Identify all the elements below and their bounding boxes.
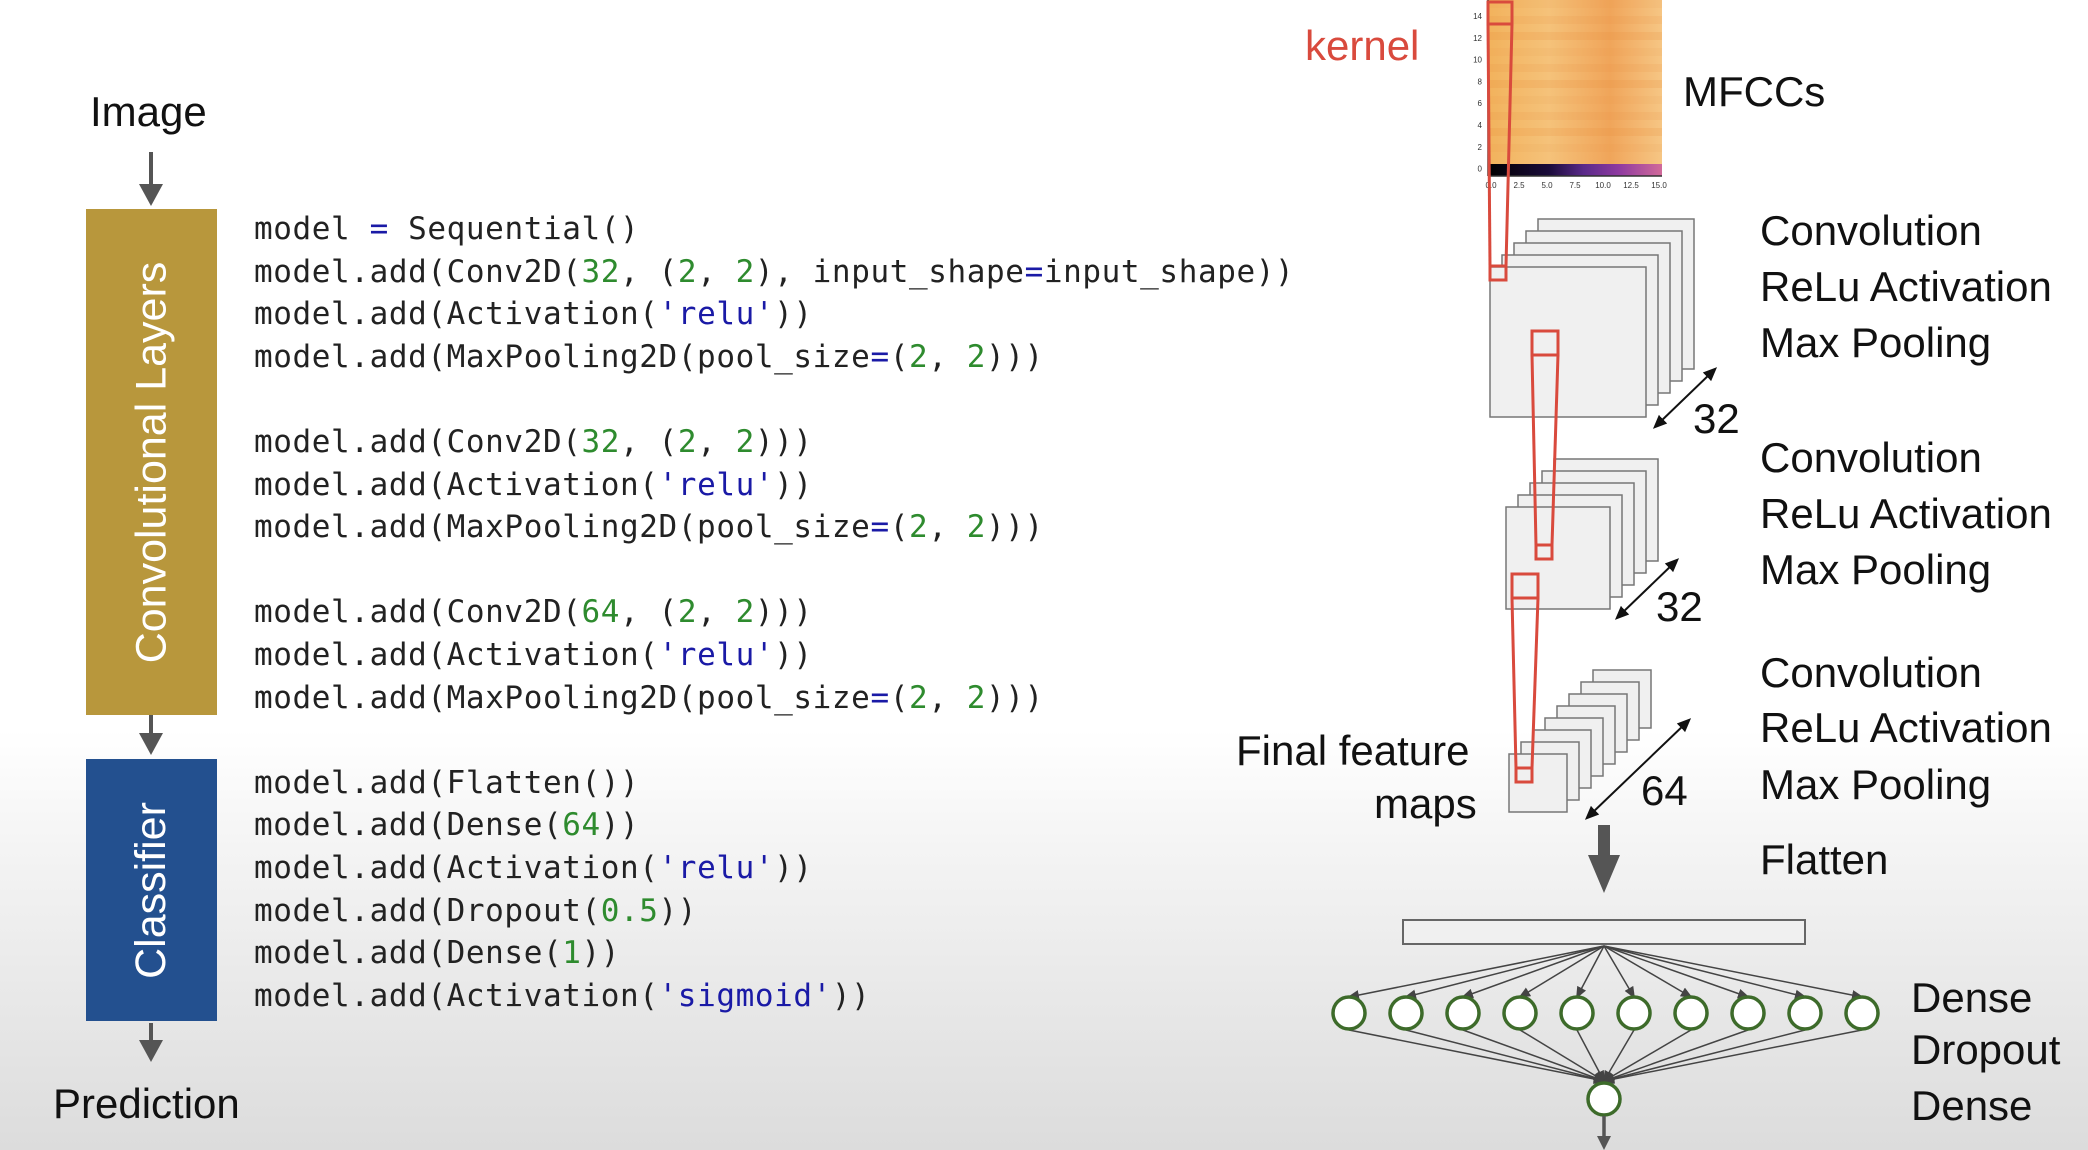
mfcc-heatmap-band	[1488, 64, 1662, 72]
mfcc-heatmap-band	[1488, 112, 1662, 120]
mfcc-heatmap-bottom-row	[1488, 164, 1662, 176]
mfcc-x-tick-label: 0.0	[1485, 181, 1497, 190]
flatten-to-dense-edge	[1603, 945, 1807, 1000]
dense-to-output-edge	[1405, 1029, 1606, 1084]
mfcc-heatmap-band	[1488, 96, 1662, 104]
stage-3-convolution-label: Convolution	[1760, 649, 1982, 696]
final-feature-maps-label-line1: Final feature	[1236, 727, 1470, 774]
mfcc-heatmap: 14 12 10 8 6 4 2 00.0 2.5 5.0 7.5 10.0 12.5 15.0	[1473, 0, 1667, 190]
dense-neuron	[1445, 995, 1481, 1031]
mfcc-y-tick-label: 0	[1478, 165, 1483, 174]
final-feature-maps-label-line2: maps	[1374, 780, 1477, 827]
mfcc-heatmap-band	[1488, 16, 1662, 24]
flatten-label: Flatten	[1760, 836, 1889, 883]
dense-neuron	[1559, 995, 1595, 1031]
mfcc-x-tick-label: 12.5	[1623, 181, 1639, 190]
dense-neuron	[1673, 995, 1709, 1031]
dense-to-output-edge	[1602, 1029, 1806, 1084]
mfcc-label: MFCCs	[1683, 68, 1826, 115]
dense-neuron	[1331, 995, 1367, 1031]
mfcc-heatmap-band	[1488, 144, 1662, 152]
dense-layer	[1331, 995, 1880, 1031]
mfcc-y-tick-label: 2	[1478, 143, 1483, 152]
flatten-to-dense-edge	[1404, 945, 1605, 1000]
kernel-label: kernel	[1305, 22, 1420, 69]
dense-neuron	[1787, 995, 1823, 1031]
stage-3-relu-label: ReLu Activation	[1760, 704, 2052, 751]
flatten-vector	[1402, 919, 1806, 945]
flatten-to-dense-edge	[1603, 945, 1864, 1000]
kernel-edge	[1486, 23, 1492, 267]
mfcc-heatmap-band	[1488, 32, 1662, 40]
dense-to-output-edge	[1348, 1029, 1606, 1084]
dense-neuron	[1502, 995, 1538, 1031]
stage-2-convolution-label: Convolution	[1760, 434, 1982, 481]
mfcc-y-tick-label: 6	[1478, 99, 1483, 108]
dense-neuron	[1730, 995, 1766, 1031]
feature-map-stack-2	[1505, 458, 1659, 610]
dropout-label: Dropout	[1911, 1026, 2061, 1073]
stage-2-maxpool-label: Max Pooling	[1760, 546, 1992, 593]
flatten-arrow	[1588, 825, 1620, 893]
stage-3-maxpool-label: Max Pooling	[1760, 761, 1992, 808]
mfcc-heatmap-band	[1488, 80, 1662, 88]
output-dense-label: Dense	[1911, 1082, 2033, 1129]
mfcc-x-tick-label: 5.0	[1541, 181, 1553, 190]
mfcc-heatmap-band	[1488, 48, 1662, 56]
mfcc-y-tick-label: 12	[1473, 34, 1482, 43]
dense-label: Dense	[1911, 974, 2033, 1021]
dense-neuron	[1388, 995, 1424, 1031]
stage-2-relu-label: ReLu Activation	[1760, 490, 2052, 537]
dense-neuron	[1616, 995, 1652, 1031]
feature-map	[1489, 266, 1647, 418]
mfcc-x-tick-label: 10.0	[1595, 181, 1611, 190]
mfcc-x-tick-label: 7.5	[1569, 181, 1581, 190]
feature-map-stack-3	[1508, 669, 1652, 813]
feature-map-stack-1	[1489, 218, 1695, 418]
mfcc-heatmap-band	[1488, 128, 1662, 136]
stage-3-filters-label: 64	[1641, 767, 1688, 814]
flatten-to-dense-edge	[1347, 945, 1605, 1000]
mfcc-y-tick-label: 10	[1473, 56, 1482, 65]
dense-neuron	[1844, 995, 1880, 1031]
output-arrow-head	[1597, 1136, 1611, 1150]
dense-to-output-edge	[1602, 1029, 1863, 1084]
output-neuron	[1586, 1081, 1622, 1117]
dense-to-output-edge	[1602, 1029, 1749, 1083]
stage-1-relu-label: ReLu Activation	[1760, 263, 2052, 310]
mfcc-y-tick-label: 14	[1473, 12, 1482, 21]
mfcc-y-tick-label: 8	[1478, 77, 1483, 86]
stage-1-maxpool-label: Max Pooling	[1760, 319, 1992, 366]
stage-1-convolution-label: Convolution	[1760, 207, 1982, 254]
feature-map	[1505, 506, 1611, 610]
stage-1-filters-label: 32	[1693, 395, 1740, 442]
mfcc-x-tick-label: 15.0	[1651, 181, 1667, 190]
dense-connections	[1347, 945, 1864, 1084]
mfcc-y-tick-label: 4	[1478, 121, 1483, 130]
kernel-edge	[1510, 597, 1518, 769]
flatten-to-dense-edge	[1603, 945, 1636, 999]
mfcc-x-tick-label: 2.5	[1513, 181, 1525, 190]
stage-2-filters-label: 32	[1656, 583, 1703, 630]
dense-to-output-edge	[1602, 1029, 1635, 1083]
flatten-to-dense-edge	[1603, 945, 1750, 999]
mfcc-heatmap-band	[1488, 0, 1662, 8]
